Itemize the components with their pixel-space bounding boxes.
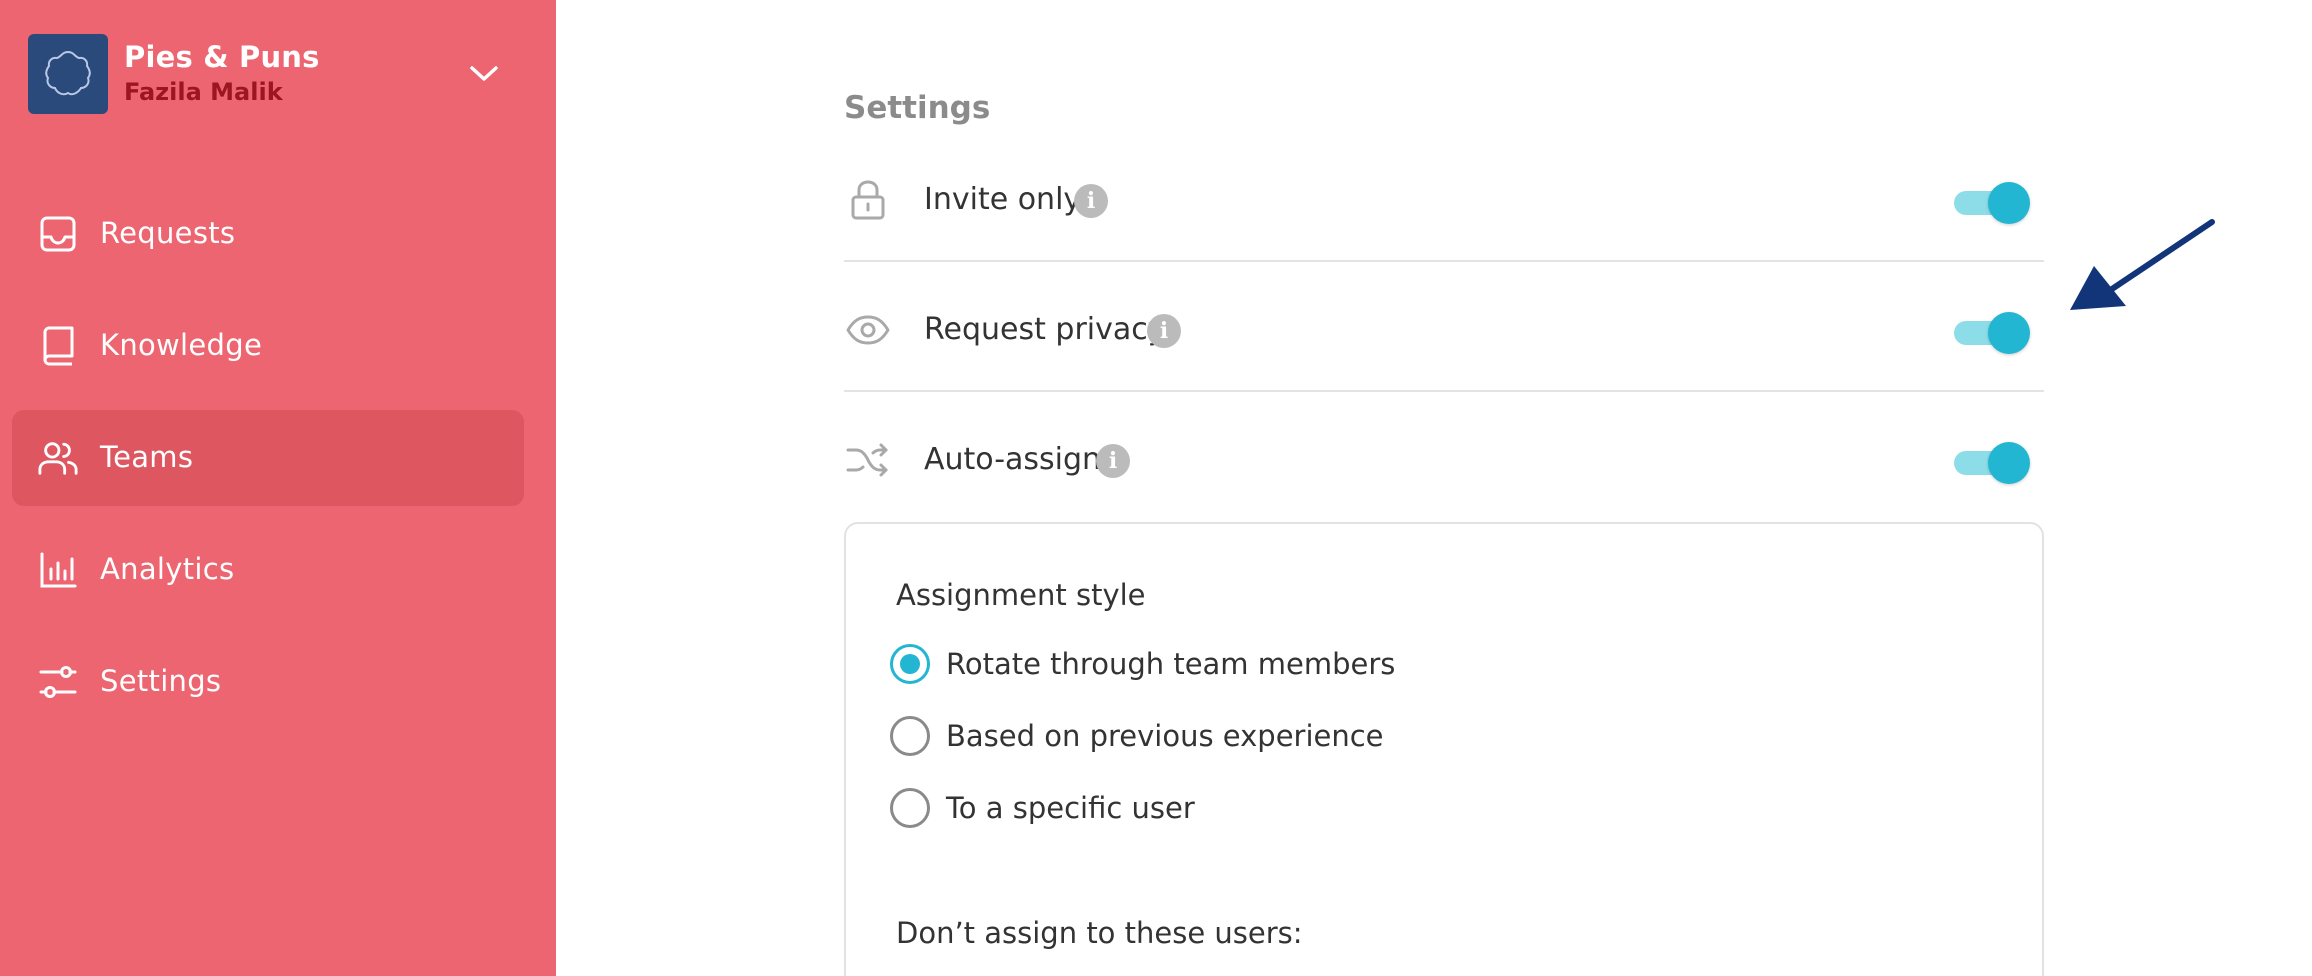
- sliders-icon: [38, 662, 78, 702]
- chevron-down-icon[interactable]: [464, 56, 504, 92]
- setting-label: Request privacy: [924, 312, 1166, 347]
- sidebar-item-analytics[interactable]: Analytics: [12, 522, 524, 618]
- eye-icon: [844, 308, 892, 352]
- sidebar-item-knowledge[interactable]: Knowledge: [12, 298, 524, 394]
- sidebar: Pies & Puns Fazila Malik Requests Knowle…: [0, 0, 556, 976]
- sidebar-item-label: Requests: [100, 216, 236, 250]
- radio-label: Rotate through team members: [946, 647, 1396, 681]
- sidebar-item-teams[interactable]: Teams: [12, 410, 524, 506]
- radio-option-experience[interactable]: Based on previous experience: [890, 716, 1590, 760]
- radio-option-specific-user[interactable]: To a specific user: [890, 788, 1590, 832]
- annotation-arrow-icon: [2070, 219, 2215, 310]
- sidebar-item-label: Settings: [100, 664, 222, 698]
- inbox-icon: [38, 214, 78, 254]
- setting-label: Invite only: [924, 182, 1082, 217]
- sidebar-item-settings[interactable]: Settings: [12, 634, 524, 730]
- request-privacy-toggle[interactable]: [1952, 312, 2030, 354]
- sidebar-item-label: Knowledge: [100, 328, 263, 362]
- toggle-knob: [1988, 182, 2030, 224]
- radio-label: Based on previous experience: [946, 719, 1384, 753]
- radio-button[interactable]: [890, 788, 930, 828]
- info-icon[interactable]: i: [1147, 314, 1181, 348]
- radio-button[interactable]: [890, 644, 930, 684]
- radio-option-rotate[interactable]: Rotate through team members: [890, 644, 1590, 688]
- org-user-name: Fazila Malik: [124, 78, 283, 106]
- toggle-knob: [1988, 312, 2030, 354]
- setting-row-auto-assign: Auto-assign i: [844, 392, 2044, 522]
- users-icon: [38, 438, 78, 478]
- bar-chart-icon: [38, 550, 78, 590]
- book-icon: [38, 326, 78, 366]
- info-icon[interactable]: i: [1096, 444, 1130, 478]
- org-logo-icon: [28, 34, 108, 114]
- assignment-style-heading: Assignment style: [896, 578, 1146, 612]
- sidebar-item-label: Analytics: [100, 552, 235, 586]
- org-name: Pies & Puns: [124, 40, 320, 74]
- section-title: Settings: [844, 90, 991, 126]
- lock-icon: [844, 178, 892, 222]
- sidebar-item-requests[interactable]: Requests: [12, 186, 524, 282]
- toggle-knob: [1988, 442, 2030, 484]
- assignment-style-card: Assignment style Rotate through team mem…: [844, 522, 2044, 976]
- invite-only-toggle[interactable]: [1952, 182, 2030, 224]
- radio-button[interactable]: [890, 716, 930, 756]
- info-icon[interactable]: i: [1074, 184, 1108, 218]
- sidebar-nav: Requests Knowledge Teams Analytics Setti…: [12, 186, 524, 746]
- setting-label: Auto-assign: [924, 442, 1102, 477]
- setting-row-invite-only: Invite only i: [844, 132, 2044, 262]
- setting-row-request-privacy: Request privacy i: [844, 262, 2044, 392]
- radio-label: To a specific user: [946, 791, 1195, 825]
- sidebar-item-label: Teams: [100, 440, 194, 474]
- main-content: Settings Invite only i Request privacy i…: [556, 0, 2312, 976]
- shuffle-icon: [844, 438, 892, 482]
- org-switcher[interactable]: Pies & Puns Fazila Malik: [28, 34, 548, 114]
- auto-assign-toggle[interactable]: [1952, 442, 2030, 484]
- exclude-users-label: Don’t assign to these users:: [896, 916, 1303, 950]
